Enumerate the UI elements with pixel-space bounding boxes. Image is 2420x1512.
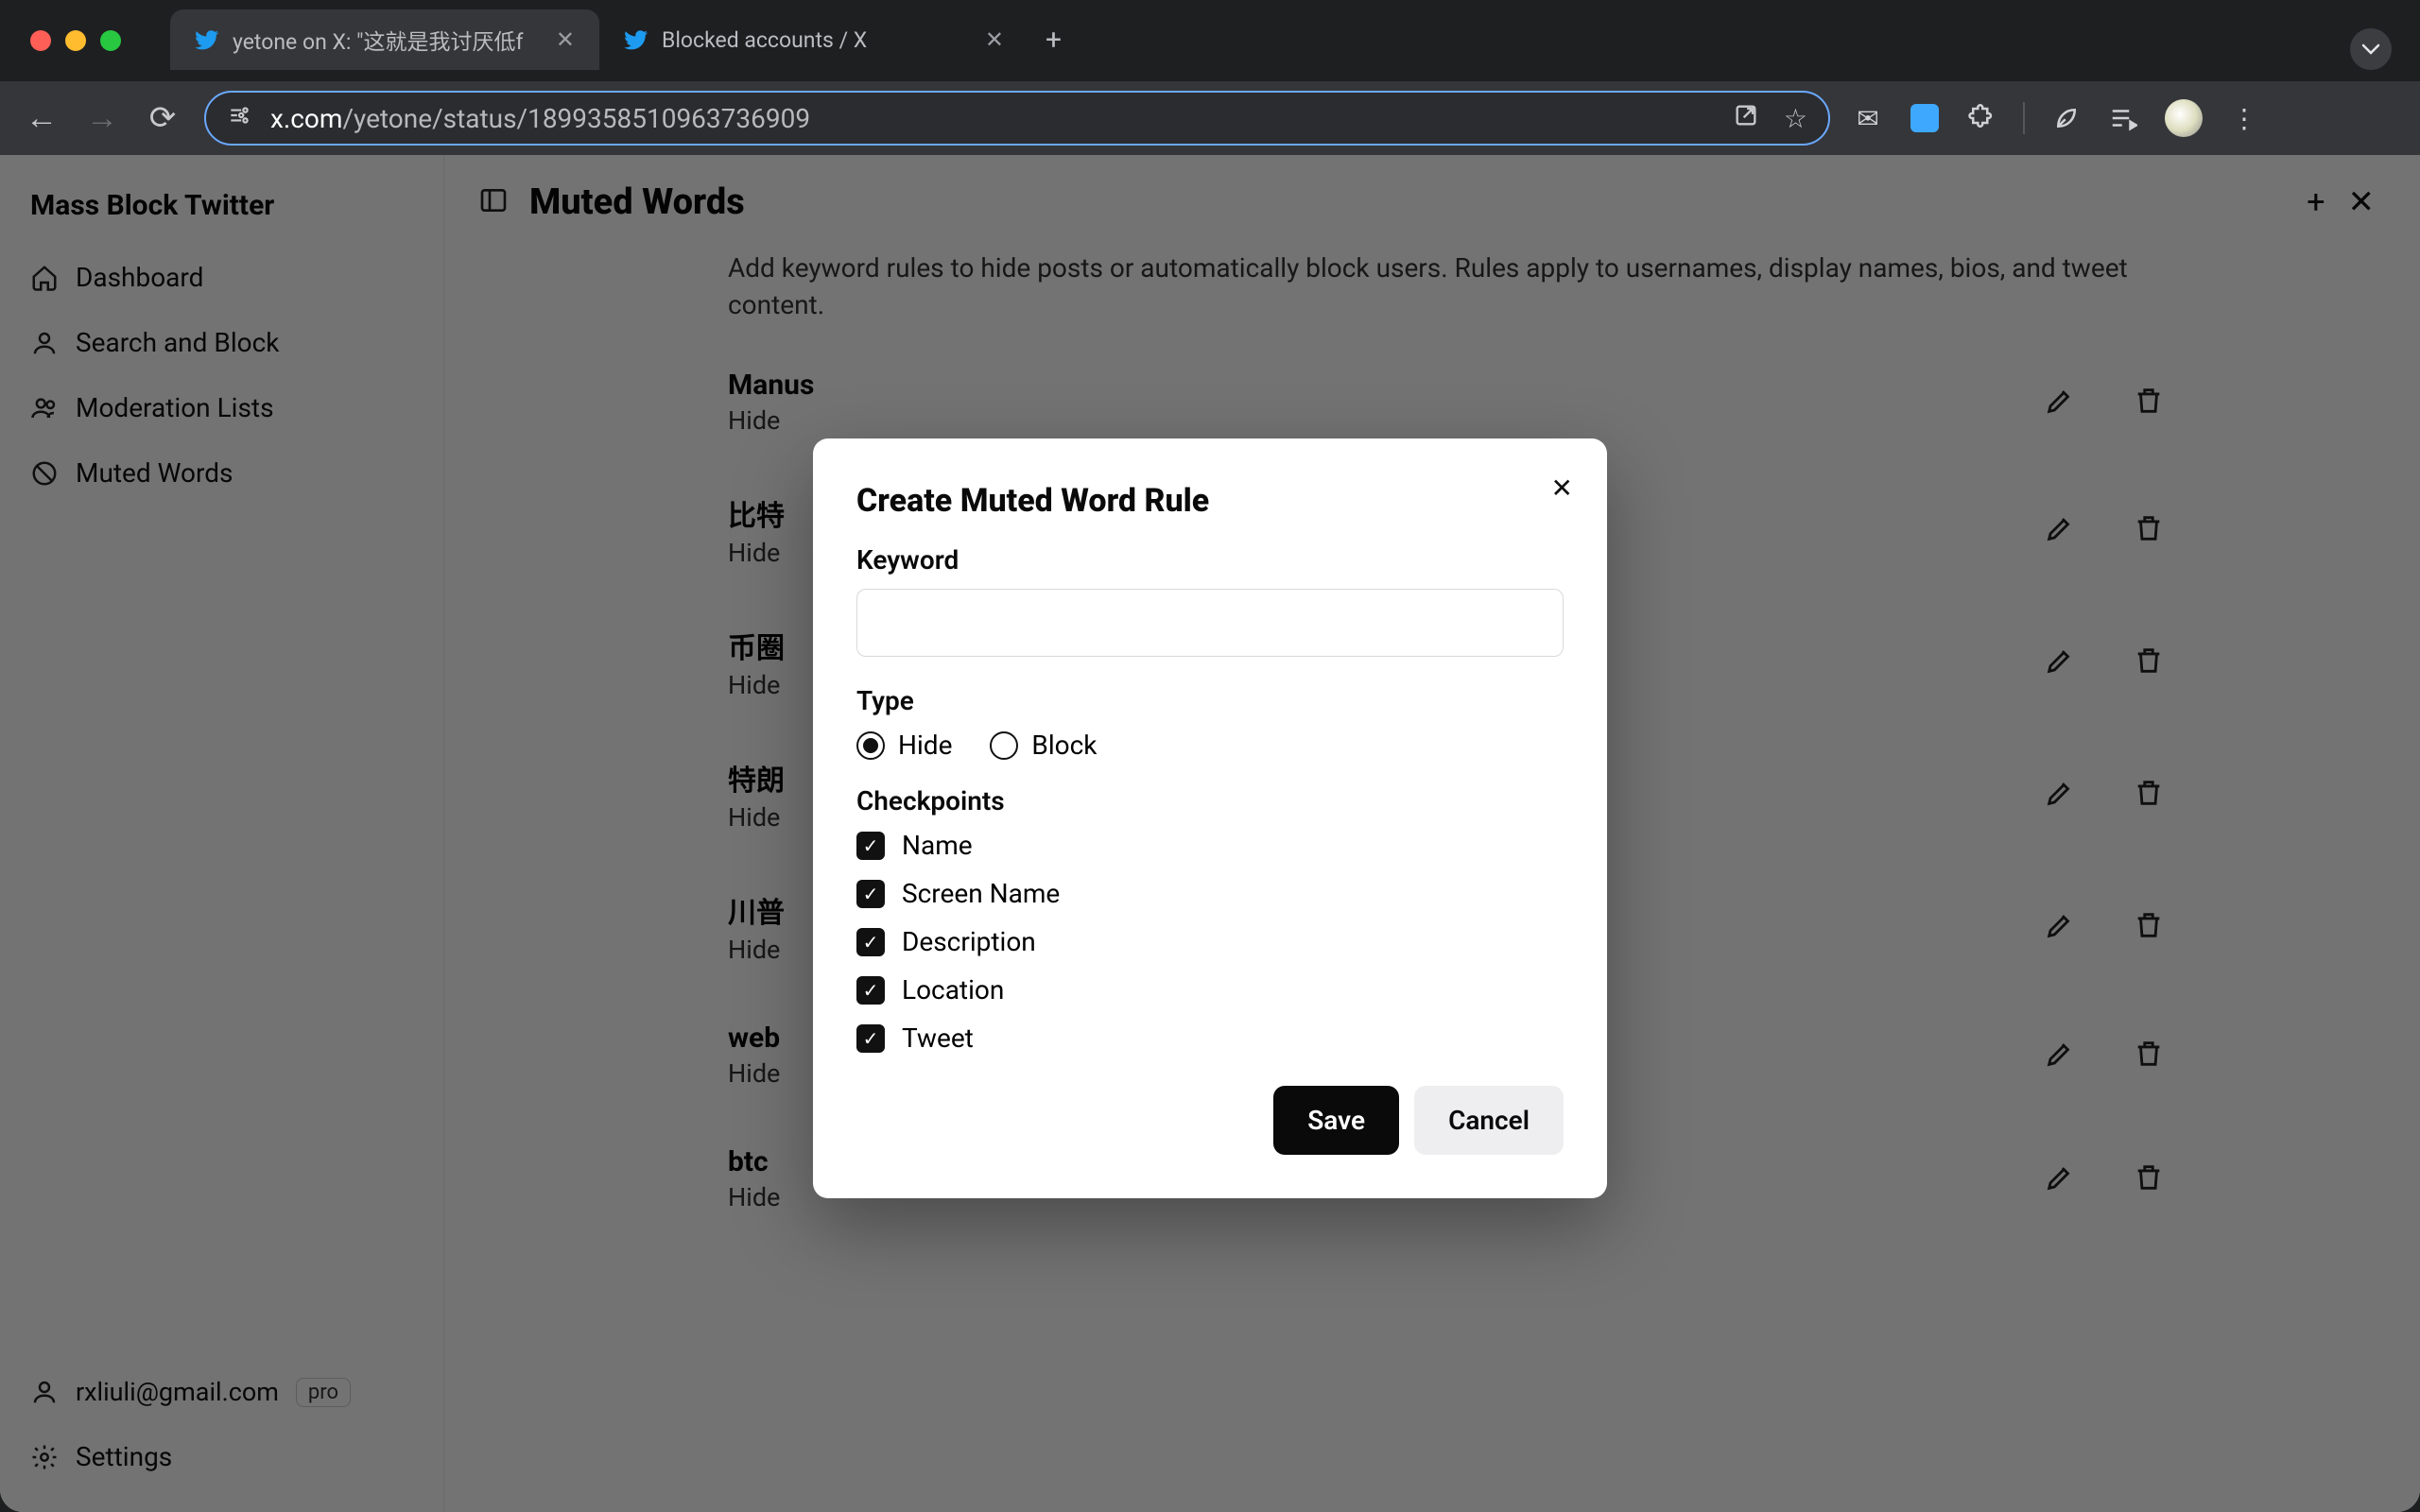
chevron-down-icon — [2361, 43, 2380, 56]
radio-label: Block — [1031, 730, 1097, 761]
checkbox-icon: ✓ — [856, 928, 885, 956]
site-settings-icon[interactable] — [227, 103, 251, 133]
checkpoints-list: ✓ Name ✓ Screen Name ✓ Description ✓ Locatio… — [856, 830, 1564, 1054]
window-minimize-button[interactable] — [65, 30, 86, 51]
radio-icon — [990, 731, 1018, 760]
extensions-puzzle-icon[interactable] — [1966, 103, 1996, 133]
cancel-button[interactable]: Cancel — [1414, 1086, 1564, 1155]
create-muted-word-modal: ✕ Create Muted Word Rule Keyword Type Hi… — [813, 438, 1607, 1198]
toolbar-right: ✉ ⋮ — [1853, 99, 2259, 137]
window-maximize-button[interactable] — [100, 30, 121, 51]
kebab-menu-icon[interactable]: ⋮ — [2229, 103, 2259, 133]
window-traffic-lights — [30, 30, 121, 51]
window-close-button[interactable] — [30, 30, 51, 51]
checkpoint-label: Name — [902, 830, 973, 861]
checkpoint-description[interactable]: ✓ Description — [856, 926, 1564, 957]
checkbox-icon: ✓ — [856, 976, 885, 1005]
checkpoint-label: Location — [902, 974, 1004, 1005]
nav-reload-button[interactable]: ⟳ — [144, 99, 182, 137]
checkbox-icon: ✓ — [856, 832, 885, 860]
checkbox-icon: ✓ — [856, 1024, 885, 1053]
checkpoints-label: Checkpoints — [856, 785, 1564, 816]
browser-tab-bar: yetone on X: "这就是我讨厌低f ✕ Blocked account… — [170, 9, 2401, 70]
tab-title: Blocked accounts / X — [662, 27, 972, 53]
checkpoint-location[interactable]: ✓ Location — [856, 974, 1564, 1005]
profile-avatar[interactable] — [2165, 99, 2203, 137]
open-external-icon[interactable] — [1733, 102, 1759, 135]
tab-close-icon[interactable]: ✕ — [985, 26, 1004, 53]
save-button[interactable]: Save — [1273, 1086, 1399, 1155]
twitter-icon — [195, 27, 219, 52]
tab-close-icon[interactable]: ✕ — [556, 26, 575, 53]
bookmark-star-icon[interactable]: ☆ — [1784, 103, 1807, 134]
checkpoint-label: Tweet — [902, 1022, 974, 1054]
radio-label: Hide — [898, 730, 952, 761]
checkpoint-label: Description — [902, 926, 1036, 957]
toolbar-divider — [2023, 102, 2025, 134]
leaf-icon[interactable] — [2051, 103, 2082, 133]
playlist-icon[interactable] — [2108, 103, 2138, 133]
extension-app-icon[interactable] — [1910, 103, 1940, 133]
nav-forward-button[interactable]: → — [83, 99, 121, 137]
tab-title: yetone on X: "这就是我讨厌低f — [233, 24, 543, 56]
new-tab-button[interactable]: + — [1028, 24, 1079, 57]
browser-address-bar: ← → ⟳ x.com/yetone/status/18993585109637… — [0, 81, 2420, 155]
checkpoint-label: Screen Name — [902, 878, 1060, 909]
url-input[interactable]: x.com/yetone/status/1899358510963736909 … — [204, 91, 1830, 146]
radio-block[interactable]: Block — [990, 730, 1097, 761]
checkpoint-tweet[interactable]: ✓ Tweet — [856, 1022, 1564, 1054]
type-label: Type — [856, 685, 1564, 716]
checkpoint-name[interactable]: ✓ Name — [856, 830, 1564, 861]
browser-tab[interactable]: Blocked accounts / X ✕ — [599, 9, 1028, 70]
modal-close-button[interactable]: ✕ — [1551, 472, 1573, 504]
modal-title: Create Muted Word Rule — [856, 482, 1564, 520]
radio-icon — [856, 731, 885, 760]
twitter-icon — [624, 27, 648, 52]
checkpoint-screen-name[interactable]: ✓ Screen Name — [856, 878, 1564, 909]
tab-overflow-button[interactable] — [2350, 28, 2392, 70]
modal-actions: Save Cancel — [856, 1086, 1564, 1155]
keyword-input[interactable] — [856, 589, 1564, 657]
radio-hide[interactable]: Hide — [856, 730, 952, 761]
mail-icon[interactable]: ✉ — [1853, 103, 1883, 133]
nav-back-button[interactable]: ← — [23, 99, 60, 137]
checkbox-icon: ✓ — [856, 880, 885, 908]
type-radio-group: Hide Block — [856, 730, 1564, 761]
browser-tab-active[interactable]: yetone on X: "这就是我讨厌低f ✕ — [170, 9, 599, 70]
keyword-label: Keyword — [856, 544, 1564, 576]
url-text: x.com/yetone/status/1899358510963736909 — [270, 103, 1714, 134]
